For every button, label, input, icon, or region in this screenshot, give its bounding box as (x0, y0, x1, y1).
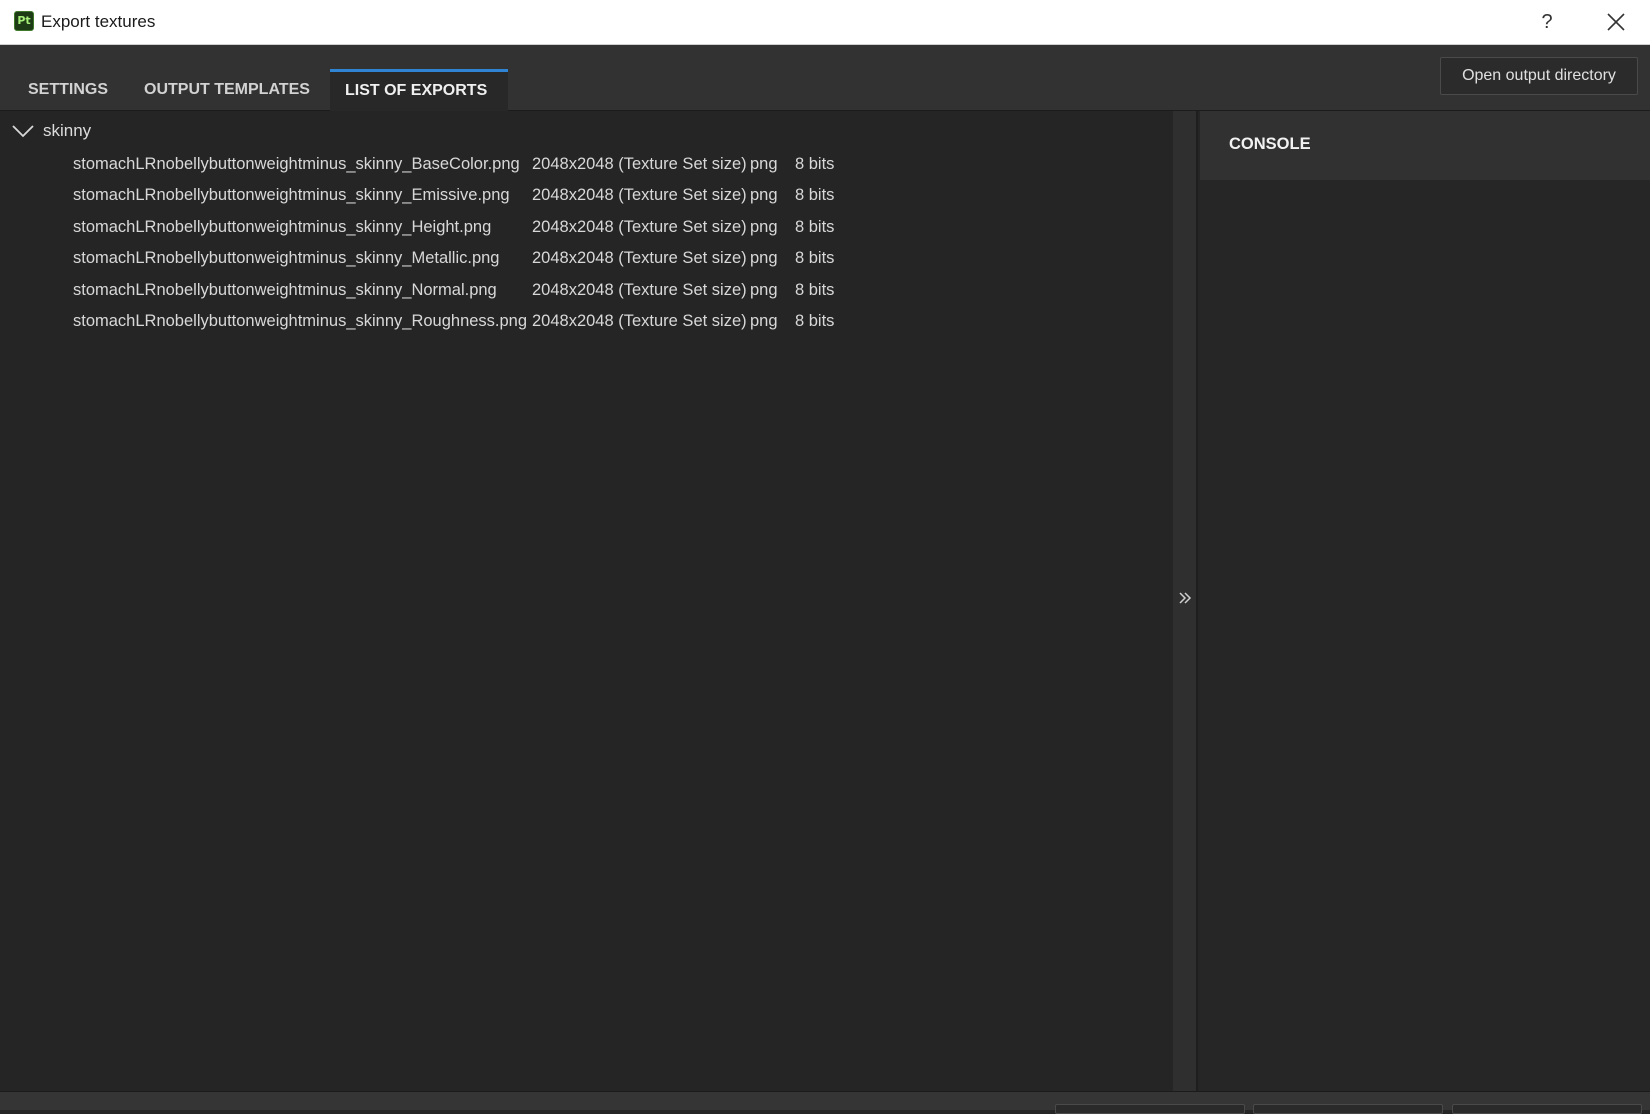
console-title: CONSOLE (1229, 135, 1311, 153)
export-size: 2048x2048 (Texture Set size) (532, 281, 747, 299)
export-format: png (750, 218, 778, 236)
export-list-panel: skinny stomachLRnobellybuttonweightminus… (0, 111, 1173, 1091)
list-item: stomachLRnobellybuttonweightminus_skinny… (0, 307, 900, 337)
export-bit-depth: 8 bits (795, 218, 835, 236)
export-size: 2048x2048 (Texture Set size) (532, 249, 747, 267)
tab-settings[interactable]: SETTINGS (13, 69, 123, 111)
export-size: 2048x2048 (Texture Set size) (532, 312, 747, 330)
export-bit-depth: 8 bits (795, 312, 835, 330)
export-format: png (750, 186, 778, 204)
export-format: png (750, 312, 778, 330)
list-item: stomachLRnobellybuttonweightminus_skinny… (0, 276, 900, 306)
export-bit-depth: 8 bits (795, 186, 835, 204)
window-title: Export textures (41, 12, 156, 31)
footer-bar (0, 1091, 1650, 1114)
export-file-name: stomachLRnobellybuttonweightminus_skinny… (73, 155, 520, 173)
footer-button[interactable] (1452, 1104, 1642, 1114)
export-size: 2048x2048 (Texture Set size) (532, 155, 747, 173)
title-bar: Pt Export textures ? (0, 0, 1650, 45)
help-icon[interactable]: ? (1535, 9, 1559, 35)
export-bit-depth: 8 bits (795, 249, 835, 267)
export-format: png (750, 155, 778, 173)
export-size: 2048x2048 (Texture Set size) (532, 186, 747, 204)
export-file-name: stomachLRnobellybuttonweightminus_skinny… (73, 249, 500, 267)
export-bit-depth: 8 bits (795, 155, 835, 173)
list-item: stomachLRnobellybuttonweightminus_skinny… (0, 150, 900, 180)
export-format: png (750, 281, 778, 299)
group-row-skinny[interactable]: skinny (0, 119, 400, 145)
panel-splitter[interactable] (1173, 111, 1198, 1091)
console-output (1200, 180, 1650, 1091)
list-item: stomachLRnobellybuttonweightminus_skinny… (0, 181, 900, 211)
list-item: stomachLRnobellybuttonweightminus_skinny… (0, 213, 900, 243)
export-file-name: stomachLRnobellybuttonweightminus_skinny… (73, 218, 492, 236)
export-format: png (750, 249, 778, 267)
footer-button[interactable] (1253, 1104, 1443, 1114)
chevron-down-icon[interactable] (11, 123, 35, 139)
tab-list-of-exports[interactable]: LIST OF EXPORTS (330, 69, 508, 111)
export-bit-depth: 8 bits (795, 281, 835, 299)
close-icon[interactable] (1605, 11, 1627, 33)
double-chevron-right-icon[interactable] (1178, 591, 1192, 605)
console-header: CONSOLE (1200, 111, 1650, 180)
tab-bar: SETTINGS OUTPUT TEMPLATES LIST OF EXPORT… (0, 45, 1650, 111)
export-size: 2048x2048 (Texture Set size) (532, 218, 747, 236)
export-file-name: stomachLRnobellybuttonweightminus_skinny… (73, 312, 528, 330)
footer-button[interactable] (1055, 1104, 1245, 1114)
open-output-directory-button[interactable]: Open output directory (1440, 57, 1638, 95)
tab-output-templates[interactable]: OUTPUT TEMPLATES (129, 69, 325, 111)
export-file-name: stomachLRnobellybuttonweightminus_skinny… (73, 281, 497, 299)
list-item: stomachLRnobellybuttonweightminus_skinny… (0, 244, 900, 274)
export-file-name: stomachLRnobellybuttonweightminus_skinny… (73, 186, 510, 204)
app-logo: Pt (14, 11, 34, 31)
group-label: skinny (43, 121, 92, 140)
